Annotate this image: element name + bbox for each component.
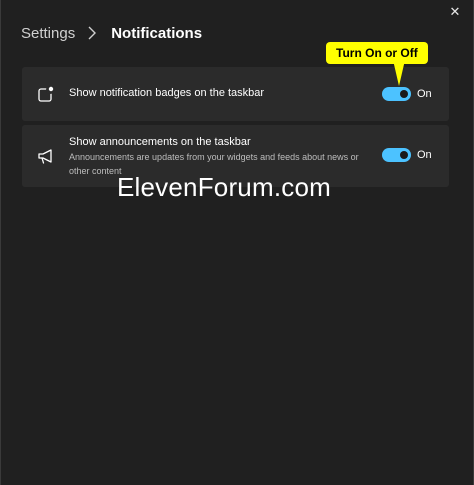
notification-badges-toggle[interactable] <box>382 87 411 101</box>
callout-arrow-icon <box>393 60 405 86</box>
breadcrumb-settings-link[interactable]: Settings <box>21 25 75 42</box>
callout-annotation: Turn On or Off <box>326 42 428 64</box>
announcements-toggle[interactable] <box>382 148 411 162</box>
notification-badge-icon <box>38 86 54 102</box>
close-button[interactable]: ✕ <box>443 2 467 22</box>
watermark: ElevenForum.com <box>117 172 331 202</box>
chevron-right-icon <box>88 26 97 40</box>
page-title: Notifications <box>111 24 203 42</box>
toggle-knob <box>400 151 408 159</box>
toggle-state-label: On <box>417 88 432 100</box>
close-icon: ✕ <box>449 4 461 19</box>
setting-title: Show announcements on the taskbar <box>69 136 251 148</box>
breadcrumb: Settings Notifications <box>21 22 202 44</box>
toggle-state-label: On <box>417 149 432 161</box>
setting-row-notification-badges: Show notification badges on the taskbar … <box>22 67 449 121</box>
megaphone-icon <box>38 149 52 164</box>
setting-title: Show notification badges on the taskbar <box>69 87 265 99</box>
toggle-knob <box>400 90 408 98</box>
settings-window: ✕ Settings Notifications Show notificati… <box>0 0 474 485</box>
